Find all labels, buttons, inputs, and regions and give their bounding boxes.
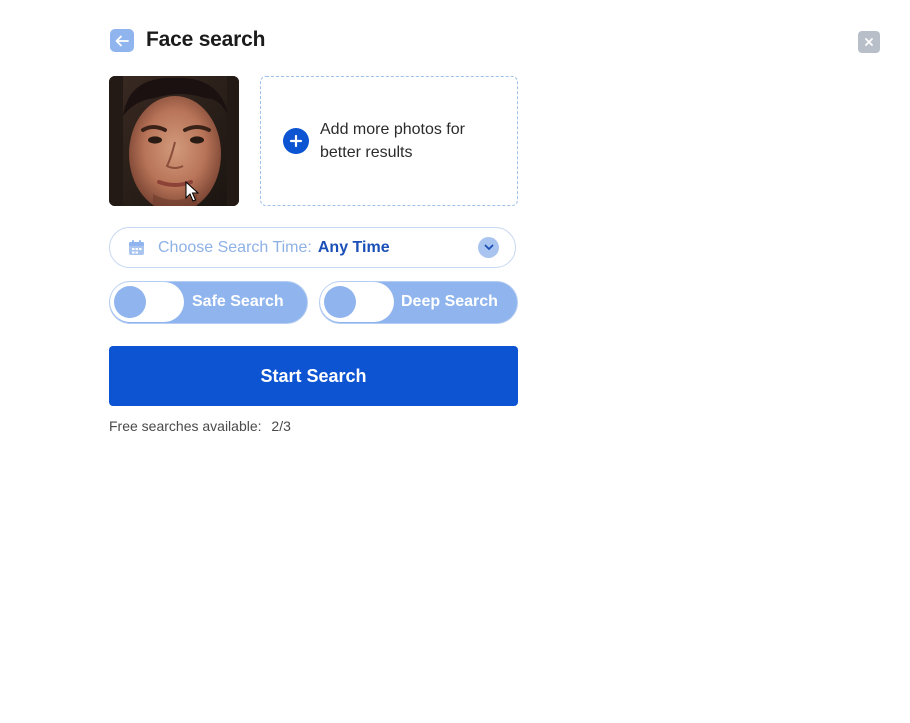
toggle-knob (114, 286, 146, 318)
add-photos-dropzone[interactable]: Add more photos for better results (260, 76, 518, 206)
face-search-panel: Face search Add more photos for better r… (0, 0, 910, 723)
deep-search-toggle[interactable]: Deep Search (319, 281, 518, 324)
free-searches-info: Free searches available: 2/3 (109, 418, 291, 434)
plus-icon (283, 128, 309, 154)
toggle-track (320, 282, 394, 322)
add-photos-label: Add more photos for better results (320, 121, 465, 161)
mouse-cursor-icon (185, 181, 199, 202)
search-time-label: Choose Search Time: (158, 238, 312, 256)
toggle-track (110, 282, 184, 322)
safe-search-label: Safe Search (192, 293, 284, 310)
calendar-icon (129, 240, 144, 255)
arrow-left-icon (115, 35, 129, 46)
start-search-button[interactable]: Start Search (109, 346, 518, 406)
toggle-knob (324, 286, 356, 318)
chevron-down-icon[interactable] (478, 237, 499, 258)
free-searches-label: Free searches available: (109, 418, 262, 434)
back-button[interactable] (110, 29, 134, 52)
uploaded-face-photo[interactable] (109, 76, 239, 206)
safe-search-toggle[interactable]: Safe Search (109, 281, 308, 324)
search-time-select[interactable]: Choose Search Time: Any Time (109, 227, 516, 268)
page-title: Face search (146, 28, 266, 51)
close-icon (865, 38, 873, 46)
face-photo-image (109, 76, 239, 206)
deep-search-label: Deep Search (401, 293, 498, 310)
close-button[interactable] (858, 31, 880, 53)
search-time-value: Any Time (317, 238, 390, 256)
free-searches-count: 2/3 (271, 418, 291, 434)
